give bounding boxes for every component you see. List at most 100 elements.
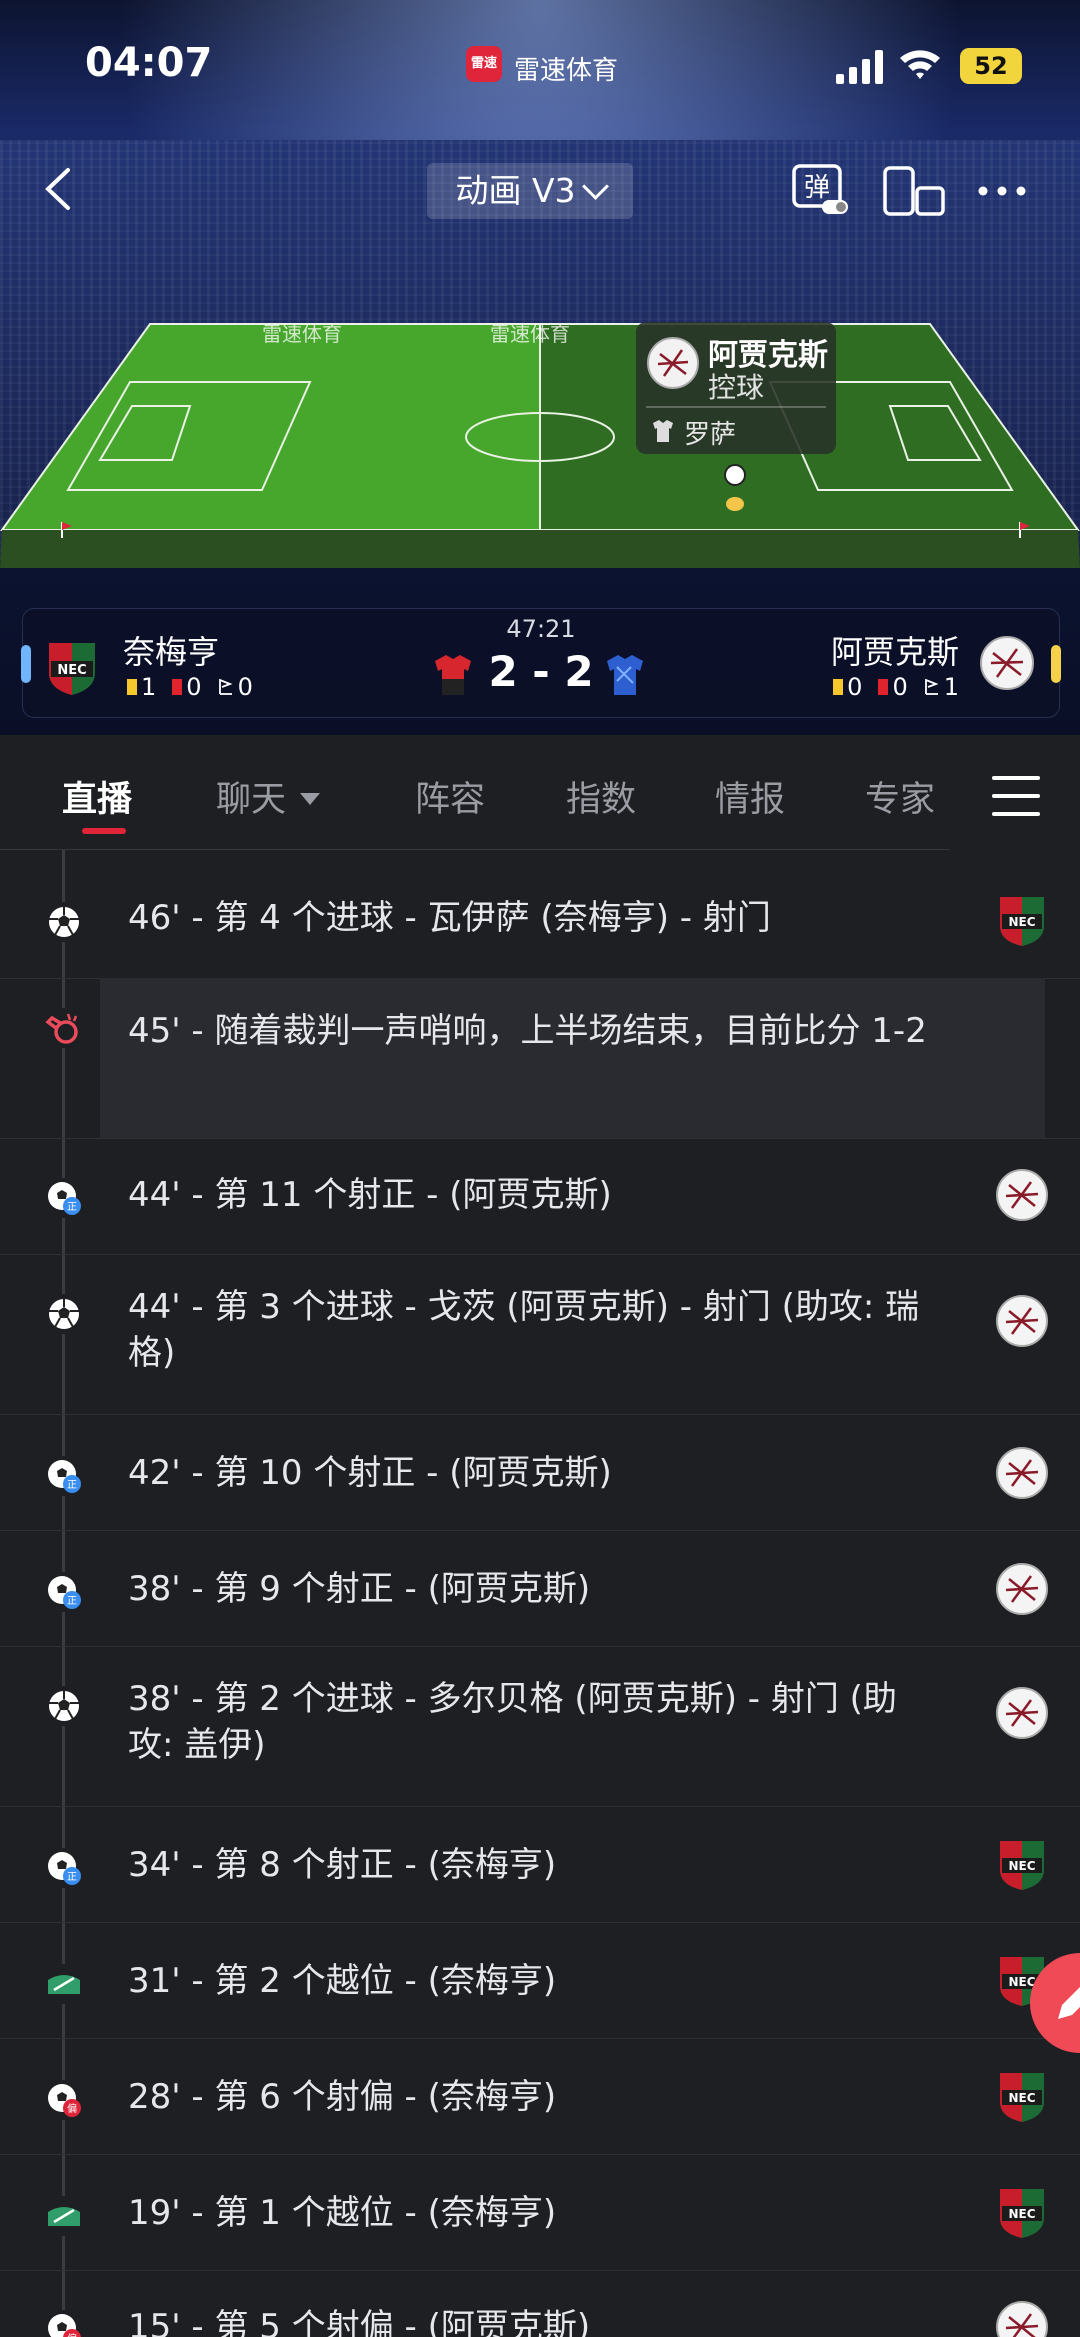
animation-mode-dropdown[interactable]: 动画 V3 [427,163,633,219]
event-row: 44' - 第 3 个进球 - 戈茨 (阿贾克斯) - 射门 (助攻: 瑞格) [0,1254,1080,1415]
event-row: 正 38' - 第 9 个射正 - (阿贾克斯) [0,1530,1080,1647]
svg-text:NEC: NEC [1008,2207,1035,2221]
ajax-logo-icon [996,1563,1048,1615]
ajax-logo-icon [996,1447,1048,1499]
back-button[interactable] [40,166,80,212]
yellow-card-icon [833,679,844,695]
away-team-name: 阿贾克斯 [830,633,959,671]
nec-logo-icon: NEC [1000,2189,1044,2238]
tab-odds[interactable]: 指数 [566,771,636,822]
event-row: 偏 28' - 第 6 个射偏 - (奈梅亨) NEC [0,2038,1080,2155]
event-text: 38' - 第 9 个射正 - (阿贾克斯) [128,1569,591,1609]
red-card-icon [878,679,889,695]
svg-text:正: 正 [67,1596,77,1607]
edit-icon [1058,1987,1080,2019]
nec-logo-icon: NEC [1000,2073,1044,2122]
event-row: 正 34' - 第 8 个射正 - (奈梅亨) NEC [0,1806,1080,1923]
nec-logo-icon: NEC [1000,897,1044,946]
ajax-logo-icon [996,1169,1048,1221]
caret-down-icon [300,793,321,805]
goal-icon [44,1686,84,1726]
event-row: 46' - 第 4 个进球 - 瓦伊萨 (奈梅亨) - 射门 NEC [0,850,1080,979]
svg-text:正: 正 [67,1202,77,1213]
event-text: 42' - 第 10 个射正 - (阿贾克斯) [128,1453,612,1493]
svg-text:偏: 偏 [67,2102,77,2115]
status-bar: 04:07 雷速 雷速体育 52 [0,0,1080,110]
shot-off-target-icon: 偏 [44,2080,84,2120]
more-options-icon[interactable] [975,176,1029,206]
event-text: 44' - 第 3 个进球 - 戈茨 (阿贾克斯) - 射门 (助攻: 瑞格) [128,1287,920,1373]
event-text: 44' - 第 11 个射正 - (阿贾克斯) [128,1175,612,1215]
ajax-logo-icon [996,2301,1048,2337]
event-row: 正 42' - 第 10 个射正 - (阿贾克斯) [0,1414,1080,1531]
shot-on-target-icon: 正 [44,1848,84,1888]
tab-intel[interactable]: 情报 [715,771,785,822]
nec-logo-icon: NEC [1000,1841,1044,1890]
status-time: 04:07 [85,40,213,86]
cellular-signal-icon [836,50,883,84]
away-yellow-count: 0 [847,673,863,701]
shirt-icon [653,420,673,442]
danmu-toggle-button[interactable]: 弹 [792,164,850,216]
ad-banner-text: 雷速体育 [490,322,570,346]
battery-indicator: 52 [960,48,1022,84]
svg-text:NEC: NEC [1008,2091,1035,2105]
possession-status: 控球 [708,371,765,404]
away-red-count: 0 [892,673,908,701]
event-row-highlighted: 45' - 随着裁判一声哨响，上半场结束，目前比分 1-2 [0,978,1080,1139]
pitch-animation [0,323,1080,568]
app-name: 雷速体育 [514,56,619,86]
screen-rotate-icon[interactable] [883,166,945,218]
shot-on-target-icon: 正 [44,1572,84,1612]
tab-lineup[interactable]: 阵容 [415,771,485,822]
active-tab-indicator [82,828,126,834]
tab-chat-label: 聊天 [216,780,287,820]
svg-text:NEC: NEC [1008,915,1035,929]
event-text: 15' - 第 5 个射偏 - (阿贾克斯) [128,2307,591,2337]
event-text: 28' - 第 6 个射偏 - (奈梅亨) [128,2077,557,2117]
ajax-logo-icon [647,337,699,389]
corner-flag-icon [924,679,939,695]
away-team-stats: 0 0 1 [833,673,959,701]
away-kit-icon [607,655,643,695]
offside-icon [44,1964,84,2004]
whistle-icon [44,1008,84,1048]
tab-chat[interactable]: 聊天 [216,771,321,822]
event-row: 偏 15' - 第 5 个射偏 - (阿贾克斯) [0,2270,1080,2337]
away-corner-count: 1 [943,673,959,701]
event-text: 34' - 第 8 个射正 - (奈梅亨) [128,1845,557,1885]
chevron-down-icon [581,173,609,200]
shot-on-target-icon: 正 [44,1456,84,1496]
wifi-icon [900,50,940,79]
event-text: 45' - 随着裁判一声哨响，上半场结束，目前比分 1-2 [128,1011,927,1051]
tab-experts[interactable]: 专家 [865,771,935,822]
app-logo-icon: 雷速 [466,46,502,82]
scoreboard: NEC 奈梅亨 1 0 0 47:21 2 - 2 阿贾克斯 0 0 1 [21,608,1061,718]
svg-text:正: 正 [67,1872,77,1883]
tab-bar: 直播 聊天 阵容 指数 情报 专家 [0,735,1080,850]
tab-live[interactable]: 直播 [62,771,132,822]
event-text: 46' - 第 4 个进球 - 瓦伊萨 (奈梅亨) - 射门 [128,898,771,938]
event-row: 正 44' - 第 11 个射正 - (阿贾克斯) [0,1138,1080,1255]
svg-text:弹: 弹 [804,173,830,203]
possession-player-name: 罗萨 [684,420,737,450]
event-row: 31' - 第 2 个越位 - (奈梅亨) NEC [0,1922,1080,2039]
offside-icon [44,2196,84,2236]
menu-icon[interactable] [992,776,1040,816]
event-text: 38' - 第 2 个进球 - 多尔贝格 (阿贾克斯) - 射门 (助攻: 盖伊… [128,1679,897,1765]
danmu-icon: 弹 [792,164,848,214]
event-row: 19' - 第 1 个越位 - (奈梅亨) NEC [0,2154,1080,2271]
ajax-logo-icon [996,1687,1048,1739]
shot-off-target-icon: 偏 [44,2310,84,2337]
svg-text:正: 正 [67,1480,77,1491]
shot-on-target-icon: 正 [44,1178,84,1218]
svg-text:NEC: NEC [1008,1859,1035,1873]
possession-tooltip: 阿贾克斯 控球 罗萨 [636,322,836,454]
animation-mode-label: 动画 V3 [455,171,576,210]
ajax-logo-icon [980,636,1034,690]
goal-icon [44,1294,84,1334]
event-text: 31' - 第 2 个越位 - (奈梅亨) [128,1961,557,2001]
event-row: 38' - 第 2 个进球 - 多尔贝格 (阿贾克斯) - 射门 (助攻: 盖伊… [0,1646,1080,1807]
ad-banner-text: 雷速体育 [262,322,342,346]
event-text: 19' - 第 1 个越位 - (奈梅亨) [128,2193,557,2233]
